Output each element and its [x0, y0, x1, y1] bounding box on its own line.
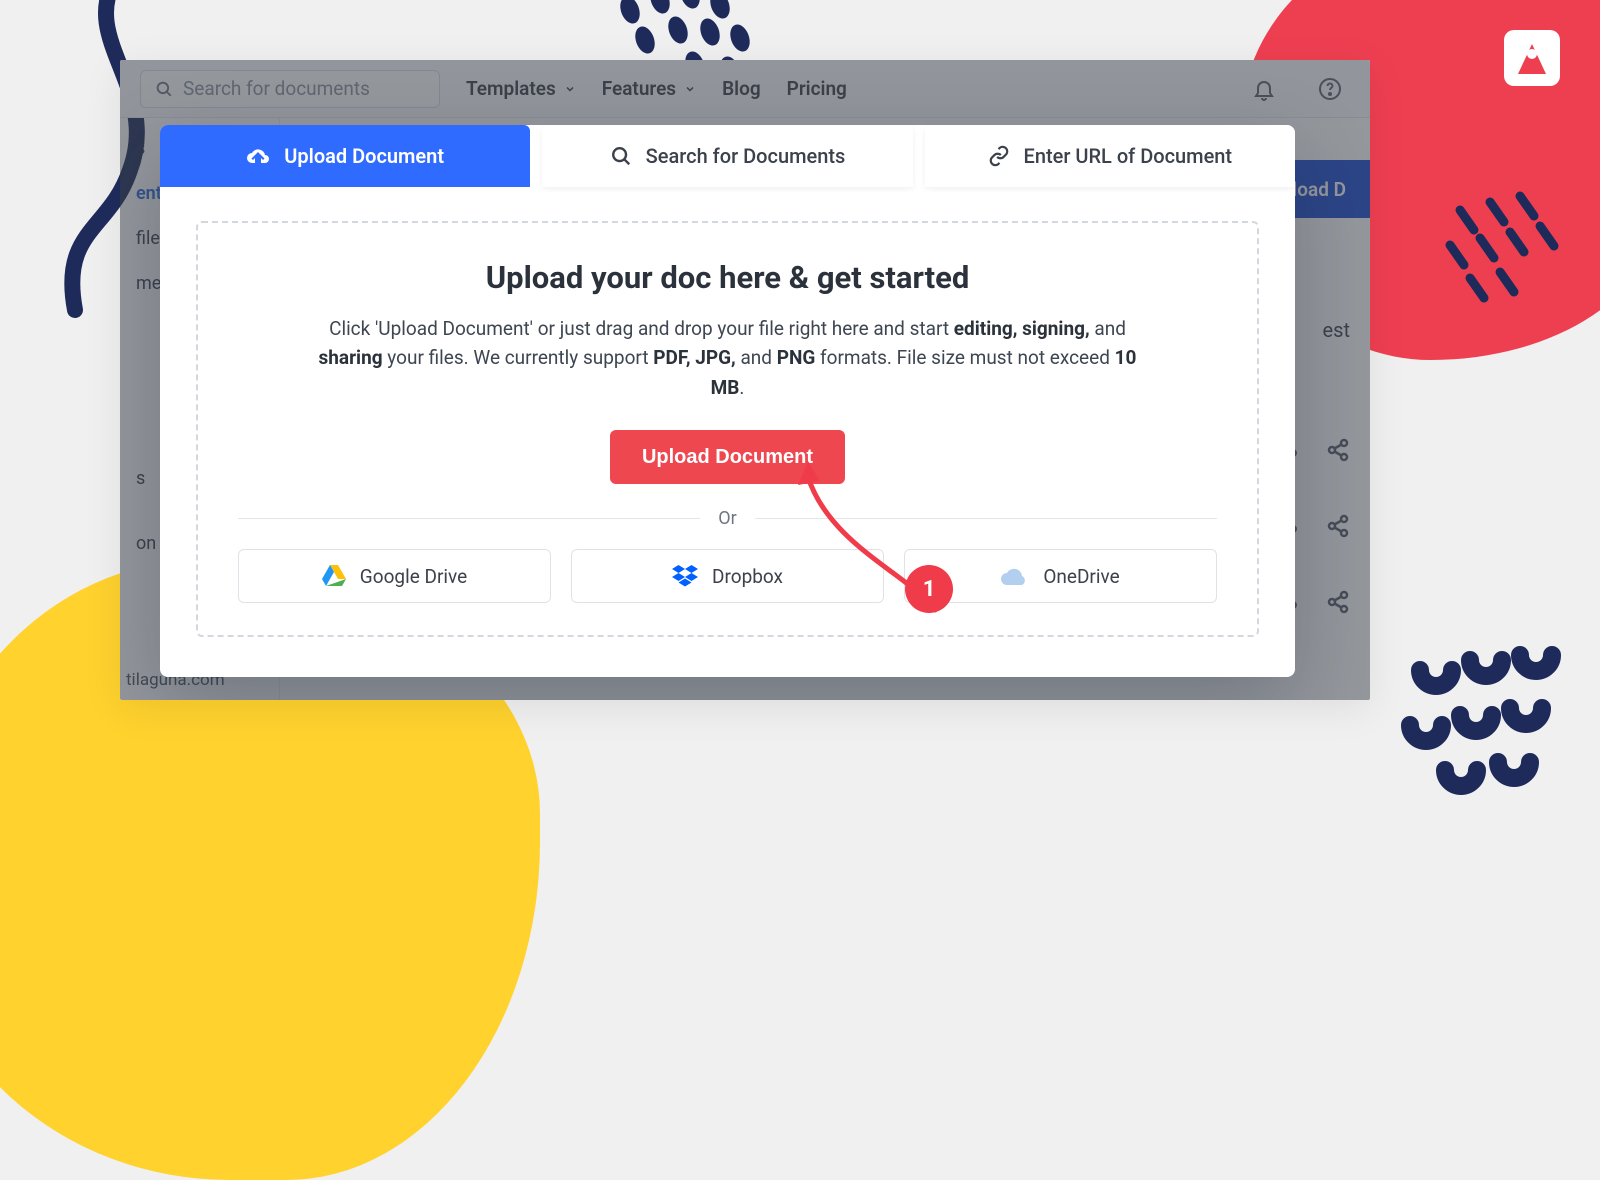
provider-google-drive[interactable]: Google Drive	[238, 549, 551, 603]
app-frame: Search for documents Templates Features …	[120, 60, 1370, 700]
decorative-doodle-bottom-right	[1390, 630, 1580, 800]
tab-search-documents[interactable]: Search for Documents	[542, 125, 912, 187]
decorative-doodle-right	[1440, 190, 1570, 320]
upload-modal: Upload Document Search for Documents Ent…	[160, 125, 1295, 677]
cloud-upload-icon	[246, 144, 270, 168]
search-icon	[610, 145, 632, 167]
upload-heading: Upload your doc here & get started	[238, 259, 1217, 296]
onedrive-icon	[1001, 567, 1029, 585]
upload-description: Click 'Upload Document' or just drag and…	[313, 314, 1143, 402]
dropbox-icon	[672, 565, 698, 587]
provider-gdrive-label: Google Drive	[360, 565, 467, 588]
upload-document-button[interactable]: Upload Document	[610, 430, 845, 484]
tab-upload-label: Upload Document	[284, 144, 444, 168]
tab-search-label: Search for Documents	[646, 144, 846, 168]
app-logo-icon	[1504, 30, 1560, 86]
link-icon	[988, 145, 1010, 167]
provider-dropbox[interactable]: Dropbox	[571, 549, 884, 603]
tab-enter-url[interactable]: Enter URL of Document	[925, 125, 1295, 187]
upload-dropzone[interactable]: Upload your doc here & get started Click…	[196, 221, 1259, 637]
google-drive-icon	[322, 565, 346, 587]
tab-upload-document[interactable]: Upload Document	[160, 125, 530, 187]
tab-url-label: Enter URL of Document	[1024, 144, 1233, 168]
or-label: Or	[718, 508, 736, 529]
or-divider: Or	[238, 508, 1217, 529]
provider-onedrive-label: OneDrive	[1043, 565, 1119, 588]
provider-onedrive[interactable]: OneDrive	[904, 549, 1217, 603]
modal-tabs: Upload Document Search for Documents Ent…	[160, 125, 1295, 187]
provider-dropbox-label: Dropbox	[712, 565, 783, 588]
